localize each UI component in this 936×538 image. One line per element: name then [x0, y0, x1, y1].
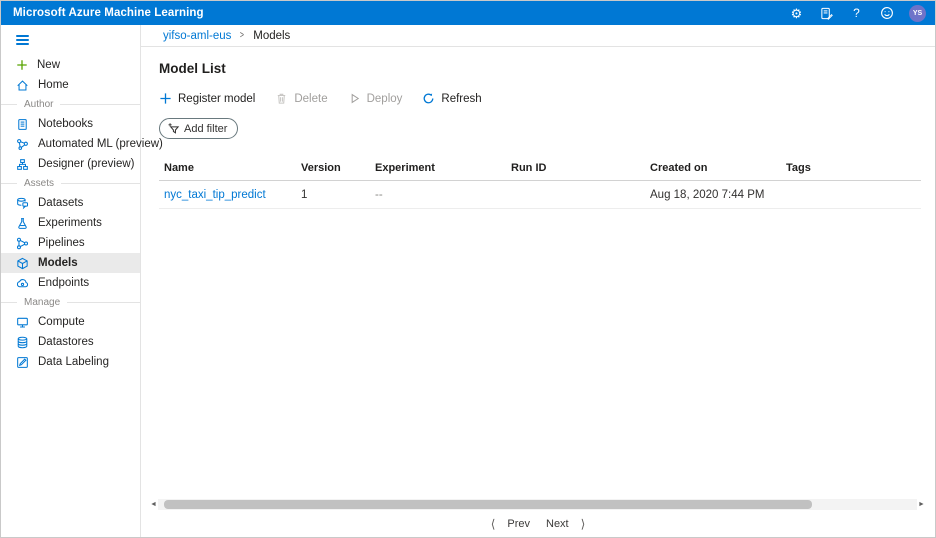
- home-icon: [16, 79, 29, 92]
- notebook-icon: [16, 118, 29, 131]
- sidebar-item-label: Pipelines: [38, 237, 85, 249]
- top-bar: Microsoft Azure Machine Learning ⚙ ?: [1, 1, 935, 25]
- topbar-icon-group: ⚙ ? YS: [789, 5, 926, 22]
- sidebar-item-new[interactable]: New: [1, 55, 140, 75]
- sidebar-item-home[interactable]: Home: [1, 75, 140, 95]
- experiments-icon: [16, 217, 29, 230]
- sidebar-item-label: New: [37, 59, 60, 71]
- sidebar-item-data-labeling[interactable]: Data Labeling: [1, 352, 140, 372]
- delete-button[interactable]: Delete: [275, 92, 327, 105]
- column-header-run-id[interactable]: Run ID: [506, 162, 645, 174]
- register-model-button[interactable]: Register model: [159, 92, 255, 105]
- page-title: Model List: [159, 61, 919, 76]
- next-button[interactable]: Next: [538, 518, 577, 530]
- chevron-right-icon: >: [240, 30, 244, 41]
- column-header-version[interactable]: Version: [296, 162, 370, 174]
- datasets-icon: [16, 197, 29, 210]
- table-header-row: Name Version Experiment Run ID Created o…: [159, 156, 921, 181]
- sidebar-item-label: Data Labeling: [38, 356, 109, 368]
- column-header-created-on[interactable]: Created on: [645, 162, 781, 174]
- avatar[interactable]: YS: [909, 5, 926, 22]
- sidebar-item-endpoints[interactable]: Endpoints: [1, 273, 140, 293]
- sidebar-item-datastores[interactable]: Datastores: [1, 332, 140, 352]
- model-table: Name Version Experiment Run ID Created o…: [159, 156, 921, 209]
- data-labeling-icon: [16, 356, 29, 369]
- sidebar-item-label: Datastores: [38, 336, 94, 348]
- sidebar-item-label: Designer (preview): [38, 158, 135, 170]
- sidebar-item-experiments[interactable]: Experiments: [1, 213, 140, 233]
- automated-ml-icon: [16, 138, 29, 151]
- smiley-icon[interactable]: [879, 6, 894, 21]
- sidebar-section-manage: Manage: [1, 293, 140, 312]
- sidebar-item-label: Compute: [38, 316, 85, 328]
- deploy-button[interactable]: Deploy: [348, 92, 403, 105]
- body-row: New Home Author Notebooks Automated ML (…: [1, 25, 935, 537]
- refresh-icon: [422, 92, 435, 105]
- column-header-tags[interactable]: Tags: [781, 162, 921, 174]
- horizontal-scrollbar[interactable]: ◄ ►: [149, 499, 926, 510]
- models-icon: [16, 257, 29, 270]
- menu-icon[interactable]: [16, 35, 29, 45]
- gear-icon[interactable]: ⚙: [789, 6, 804, 21]
- model-experiment-cell: --: [370, 189, 506, 201]
- add-filter-button[interactable]: Add filter: [159, 118, 238, 139]
- sidebar-item-label: Experiments: [38, 217, 102, 229]
- sidebar-item-designer[interactable]: Designer (preview): [1, 154, 140, 174]
- sidebar-item-label: Notebooks: [38, 118, 93, 130]
- endpoints-icon: [16, 277, 29, 290]
- designer-icon: [16, 158, 29, 171]
- column-header-name[interactable]: Name: [159, 162, 296, 174]
- trash-icon: [275, 92, 288, 105]
- scroll-left-icon[interactable]: ◄: [149, 501, 158, 508]
- feedback-icon[interactable]: [819, 6, 834, 21]
- content: Model List Register model Delete Deploy: [141, 47, 935, 537]
- sidebar-item-models[interactable]: Models: [1, 253, 140, 273]
- help-icon[interactable]: ?: [849, 6, 864, 21]
- sidebar-section-assets: Assets: [1, 174, 140, 193]
- sidebar-item-label: Home: [38, 79, 69, 91]
- next-chevron-icon[interactable]: ⟩: [577, 517, 590, 531]
- app-title: Microsoft Azure Machine Learning: [13, 7, 789, 19]
- column-header-experiment[interactable]: Experiment: [370, 162, 506, 174]
- sidebar-item-datasets[interactable]: Datasets: [1, 193, 140, 213]
- sidebar: New Home Author Notebooks Automated ML (…: [1, 25, 141, 537]
- app-window: Microsoft Azure Machine Learning ⚙ ?: [0, 0, 936, 538]
- datastores-icon: [16, 336, 29, 349]
- refresh-button[interactable]: Refresh: [422, 92, 481, 105]
- model-version-cell: 1: [296, 189, 370, 201]
- filter-plus-icon: [167, 122, 180, 135]
- scrollbar-thumb[interactable]: [164, 500, 812, 509]
- model-created-on-cell: Aug 18, 2020 7:44 PM: [645, 189, 781, 201]
- toolbar: Register model Delete Deploy Refresh: [159, 92, 919, 105]
- sidebar-item-label: Models: [38, 257, 78, 269]
- model-name-link[interactable]: nyc_taxi_tip_predict: [164, 189, 266, 201]
- plus-icon: [159, 92, 172, 105]
- table-row: nyc_taxi_tip_predict 1 -- Aug 18, 2020 7…: [159, 181, 921, 209]
- breadcrumb-workspace-link[interactable]: yifso-aml-eus: [163, 30, 231, 42]
- sidebar-item-pipelines[interactable]: Pipelines: [1, 233, 140, 253]
- breadcrumb: yifso-aml-eus > Models: [141, 25, 935, 47]
- compute-icon: [16, 316, 29, 329]
- prev-chevron-icon[interactable]: ⟨: [487, 517, 500, 531]
- sidebar-item-label: Datasets: [38, 197, 83, 209]
- plus-icon: [16, 59, 28, 71]
- breadcrumb-current: Models: [253, 30, 290, 42]
- main-area: yifso-aml-eus > Models Model List Regist…: [141, 25, 935, 537]
- pipelines-icon: [16, 237, 29, 250]
- sidebar-section-author: Author: [1, 95, 140, 114]
- scrollbar-track[interactable]: [158, 499, 917, 510]
- scroll-right-icon[interactable]: ►: [917, 501, 926, 508]
- prev-button[interactable]: Prev: [499, 518, 538, 530]
- sidebar-item-automated-ml[interactable]: Automated ML (preview): [1, 134, 140, 154]
- sidebar-item-label: Endpoints: [38, 277, 89, 289]
- play-icon: [348, 92, 361, 105]
- sidebar-item-compute[interactable]: Compute: [1, 312, 140, 332]
- sidebar-item-notebooks[interactable]: Notebooks: [1, 114, 140, 134]
- pagination: ⟨ Prev Next ⟩: [141, 517, 935, 531]
